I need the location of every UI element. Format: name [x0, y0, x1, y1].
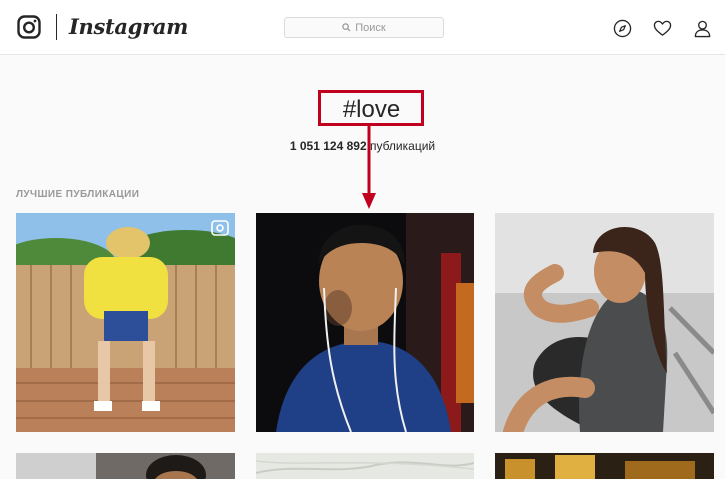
post-1-photo: [16, 213, 235, 432]
post-6-photo: [495, 453, 714, 479]
top-navigation-bar: Instagram Поиск: [0, 0, 725, 55]
search-input[interactable]: Поиск: [284, 17, 444, 38]
search-icon: [342, 23, 351, 32]
hashtag-title: #love: [342, 96, 401, 123]
post-6[interactable]: [495, 453, 714, 479]
post-5[interactable]: [256, 453, 474, 479]
user-icon[interactable]: [693, 19, 712, 38]
post-2[interactable]: [256, 213, 474, 432]
video-icon: [211, 220, 229, 236]
explore-compass-icon[interactable]: [613, 19, 632, 38]
post-1[interactable]: [16, 213, 235, 432]
logo-divider: [56, 14, 57, 40]
post-5-photo: [256, 453, 474, 479]
instagram-wordmark[interactable]: Instagram: [69, 12, 188, 42]
post-4-photo: [16, 453, 235, 479]
post-3-photo: [495, 213, 714, 432]
post-count-number: 1 051 124 892: [289, 139, 367, 153]
heart-icon[interactable]: [653, 19, 672, 38]
top-posts-label: ЛУЧШИЕ ПУБЛИКАЦИИ: [16, 189, 140, 200]
search-placeholder: Поиск: [355, 21, 386, 34]
post-3[interactable]: [495, 213, 714, 432]
annotation-arrow: [362, 125, 376, 209]
post-2-photo: [256, 213, 474, 432]
post-4[interactable]: [16, 453, 235, 479]
instagram-logo-icon[interactable]: [17, 15, 41, 39]
